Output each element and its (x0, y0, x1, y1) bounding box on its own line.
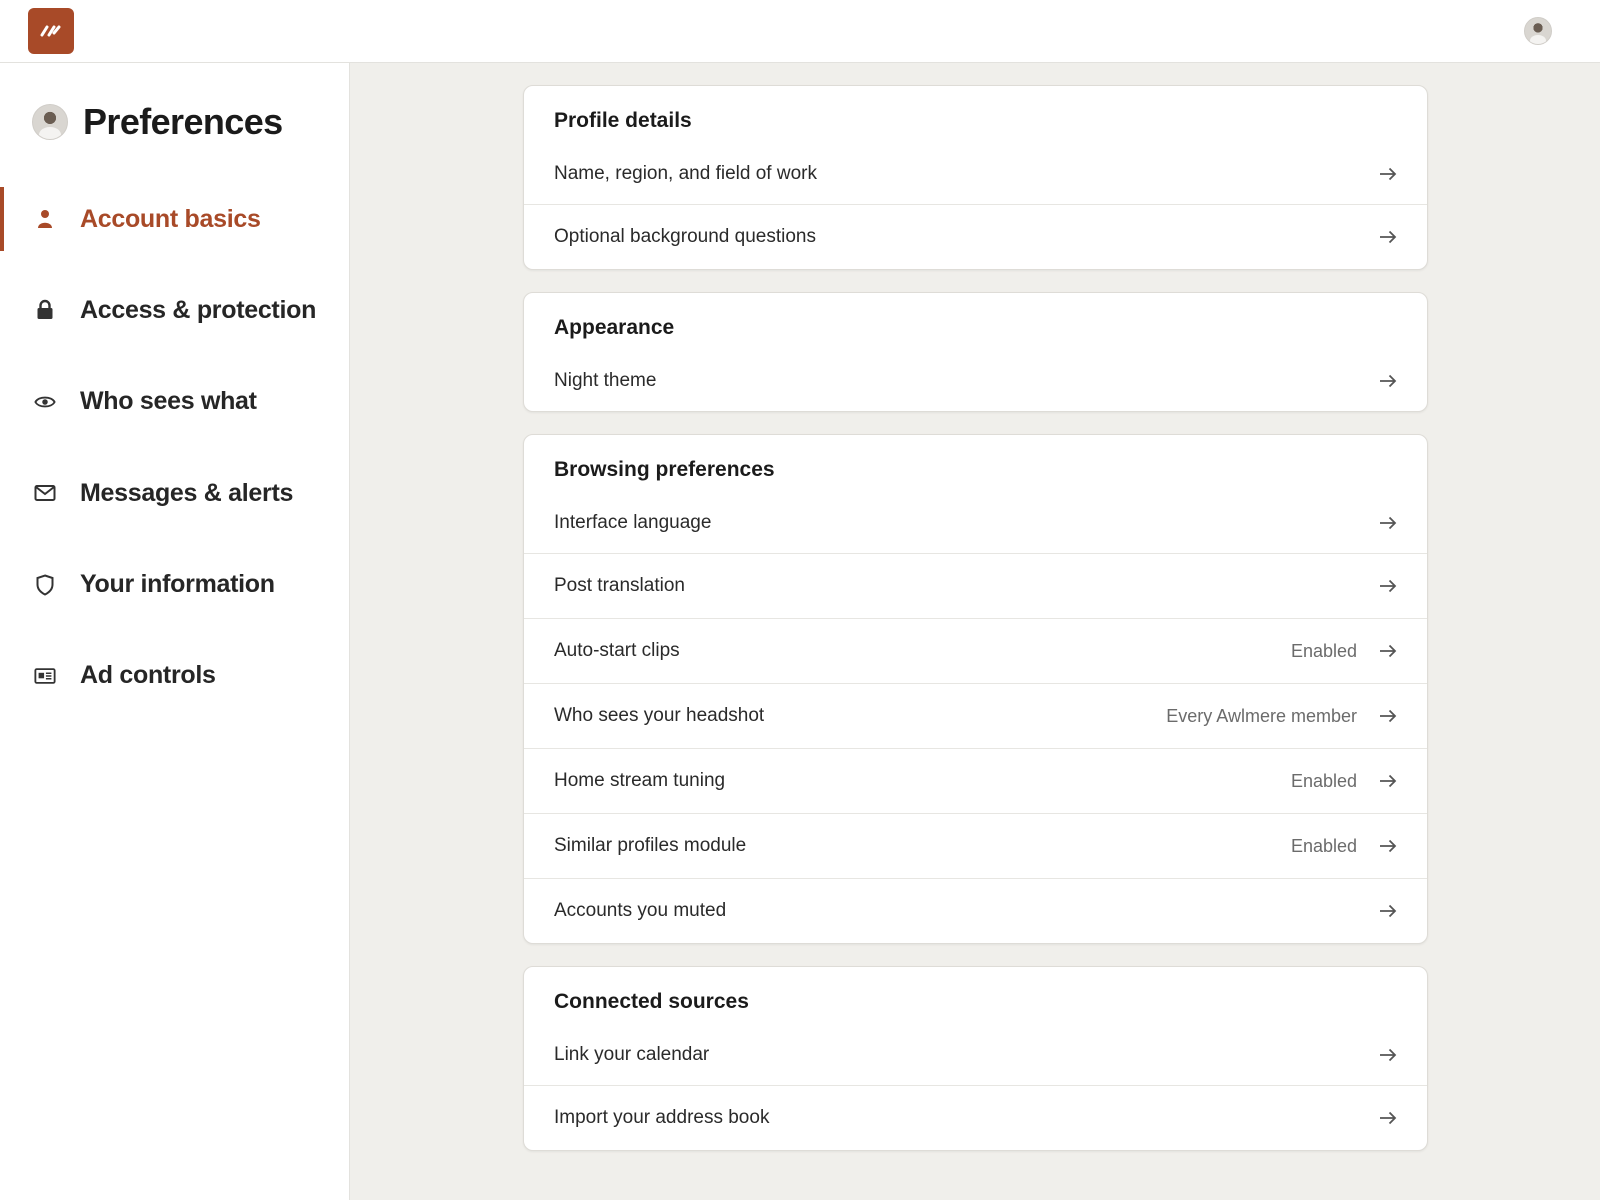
setting-label: Interface language (554, 512, 712, 533)
setting-label: Similar profiles module (554, 835, 747, 856)
setting-row[interactable]: Interface language (524, 493, 1427, 553)
arrow-right-icon (1380, 579, 1397, 593)
setting-value: Every Awlmere member (1166, 705, 1357, 726)
setting-label: Home stream tuning (554, 770, 726, 791)
setting-label: Auto-start clips (554, 640, 680, 661)
arrow-right-icon (1380, 1111, 1397, 1125)
setting-row[interactable]: Post translation (524, 553, 1427, 618)
setting-row[interactable]: Accounts you muted (524, 878, 1427, 943)
setting-row[interactable]: Optional background questions (524, 204, 1427, 269)
avatar (32, 104, 68, 140)
eye-icon (34, 391, 56, 413)
setting-row[interactable]: Night theme (524, 351, 1427, 411)
arrow-right-icon (1380, 230, 1397, 244)
section-connected-sources: Connected sources Link your calendar Imp… (523, 966, 1428, 1151)
arrow-right-icon (1380, 167, 1397, 181)
section-browsing-preferences: Browsing preferences Interface language … (523, 434, 1428, 944)
sidebar-item-label: Access & protection (80, 295, 317, 324)
setting-row[interactable]: Who sees your headshot Every Awlmere mem… (524, 683, 1427, 748)
setting-label: Link your calendar (554, 1044, 710, 1065)
page-title: Preferences (83, 101, 283, 142)
setting-label: Who sees your headshot (554, 705, 765, 726)
arrow-right-icon (1380, 1048, 1397, 1062)
section-appearance: Appearance Night theme (523, 292, 1428, 412)
arrow-right-icon (1380, 374, 1397, 388)
top-bar (0, 0, 1600, 63)
setting-value: Enabled (1290, 835, 1357, 856)
setting-row[interactable]: Auto-start clips Enabled (524, 618, 1427, 683)
setting-row[interactable]: Import your address book (524, 1085, 1427, 1150)
sidebar-item-ad-controls[interactable]: Ad controls (0, 644, 350, 708)
sidebar: Preferences Account basics Access & prot… (0, 63, 350, 1200)
settings-main: Profile details Name, region, and field … (523, 85, 1428, 1173)
setting-label: Import your address book (554, 1107, 770, 1128)
setting-label: Night theme (554, 370, 657, 391)
setting-label: Optional background questions (554, 226, 816, 247)
setting-row[interactable]: Home stream tuning Enabled (524, 748, 1427, 813)
setting-label: Name, region, and field of work (554, 163, 817, 184)
arrow-right-icon (1380, 709, 1397, 723)
section-profile-details: Profile details Name, region, and field … (523, 85, 1428, 270)
sidebar-item-your-information[interactable]: Your information (0, 553, 350, 617)
brand-logo-icon[interactable] (28, 8, 74, 54)
sidebar-header: Preferences (32, 101, 283, 143)
sidebar-item-label: Who sees what (80, 387, 257, 416)
person-icon (34, 208, 56, 230)
ad-card-icon (34, 665, 56, 687)
sidebar-item-account-basics[interactable]: Account basics (0, 187, 350, 251)
setting-value: Enabled (1290, 770, 1357, 791)
sidebar-nav: Account basics Access & protection Who s… (0, 187, 350, 735)
sidebar-item-label: Ad controls (80, 661, 216, 690)
sidebar-item-label: Messages & alerts (80, 478, 294, 507)
section-title: Profile details (554, 109, 692, 132)
setting-row[interactable]: Name, region, and field of work (524, 144, 1427, 204)
sidebar-item-messages-alerts[interactable]: Messages & alerts (0, 461, 350, 525)
sidebar-item-who-sees-what[interactable]: Who sees what (0, 370, 350, 434)
setting-value: Enabled (1290, 640, 1357, 661)
setting-row[interactable]: Link your calendar (524, 1025, 1427, 1085)
setting-row[interactable]: Similar profiles module Enabled (524, 813, 1427, 878)
envelope-icon (34, 482, 56, 504)
section-title: Browsing preferences (554, 458, 775, 481)
arrow-right-icon (1380, 904, 1397, 918)
arrow-right-icon (1380, 774, 1397, 788)
arrow-right-icon (1380, 644, 1397, 658)
profile-avatar[interactable] (1524, 17, 1552, 45)
section-title: Appearance (554, 316, 675, 339)
shield-icon (34, 574, 56, 596)
section-title: Connected sources (554, 990, 749, 1013)
sidebar-item-label: Your information (80, 570, 275, 599)
sidebar-item-label: Account basics (80, 204, 261, 233)
setting-label: Post translation (554, 575, 685, 596)
lock-icon (34, 299, 56, 321)
setting-label: Accounts you muted (554, 900, 727, 921)
arrow-right-icon (1380, 839, 1397, 853)
arrow-right-icon (1380, 516, 1397, 530)
sidebar-item-access-protection[interactable]: Access & protection (0, 278, 350, 342)
